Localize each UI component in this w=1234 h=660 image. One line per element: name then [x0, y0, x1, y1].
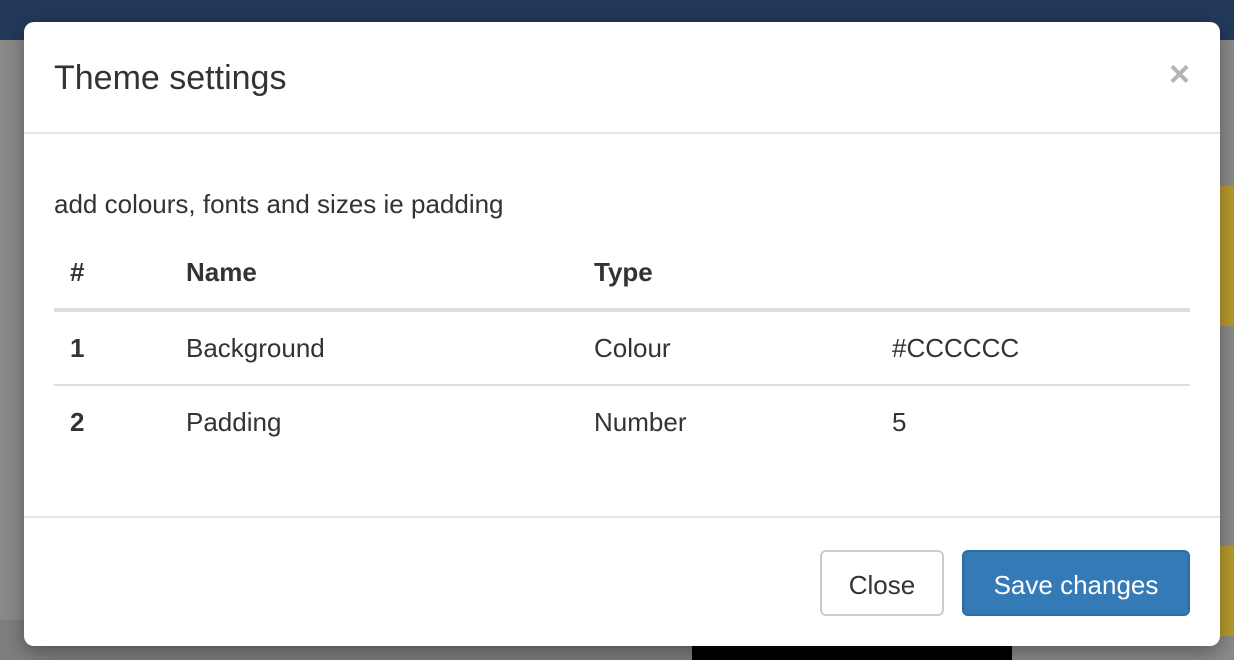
modal-header: Theme settings × — [24, 22, 1220, 134]
close-button[interactable]: Close — [820, 550, 944, 616]
row-value: 5 — [892, 406, 907, 437]
row-value: #CCCCCC — [876, 310, 1190, 386]
table-row: 2 Padding Number 5 — [54, 385, 1190, 458]
column-header-name: Name — [170, 236, 578, 312]
table-row: 1 Background Colour #CCCCCC — [54, 310, 1190, 386]
row-name: Padding — [186, 406, 282, 437]
modal-body: add colours, fonts and sizes ie padding … — [24, 134, 1220, 516]
close-icon[interactable]: × — [1169, 54, 1190, 94]
save-changes-button[interactable]: Save changes — [962, 550, 1190, 616]
column-header-type: Type — [578, 236, 876, 312]
column-header-value — [876, 236, 1190, 312]
row-name: Background — [170, 310, 578, 386]
modal-description: add colours, fonts and sizes ie padding — [54, 189, 504, 219]
row-index: 2 — [70, 406, 85, 437]
column-header-index: # — [54, 236, 170, 312]
theme-settings-modal: Theme settings × add colours, fonts and … — [24, 22, 1220, 646]
row-type: Colour — [578, 310, 876, 386]
row-type: Number — [594, 406, 687, 437]
row-index: 1 — [54, 310, 170, 386]
modal-title: Theme settings — [54, 59, 287, 97]
modal-footer: Close Save changes — [24, 516, 1220, 646]
settings-table: # Name Type 1 Background Colour #CCCCCC … — [54, 236, 1190, 458]
table-header-row: # Name Type — [54, 236, 1190, 312]
